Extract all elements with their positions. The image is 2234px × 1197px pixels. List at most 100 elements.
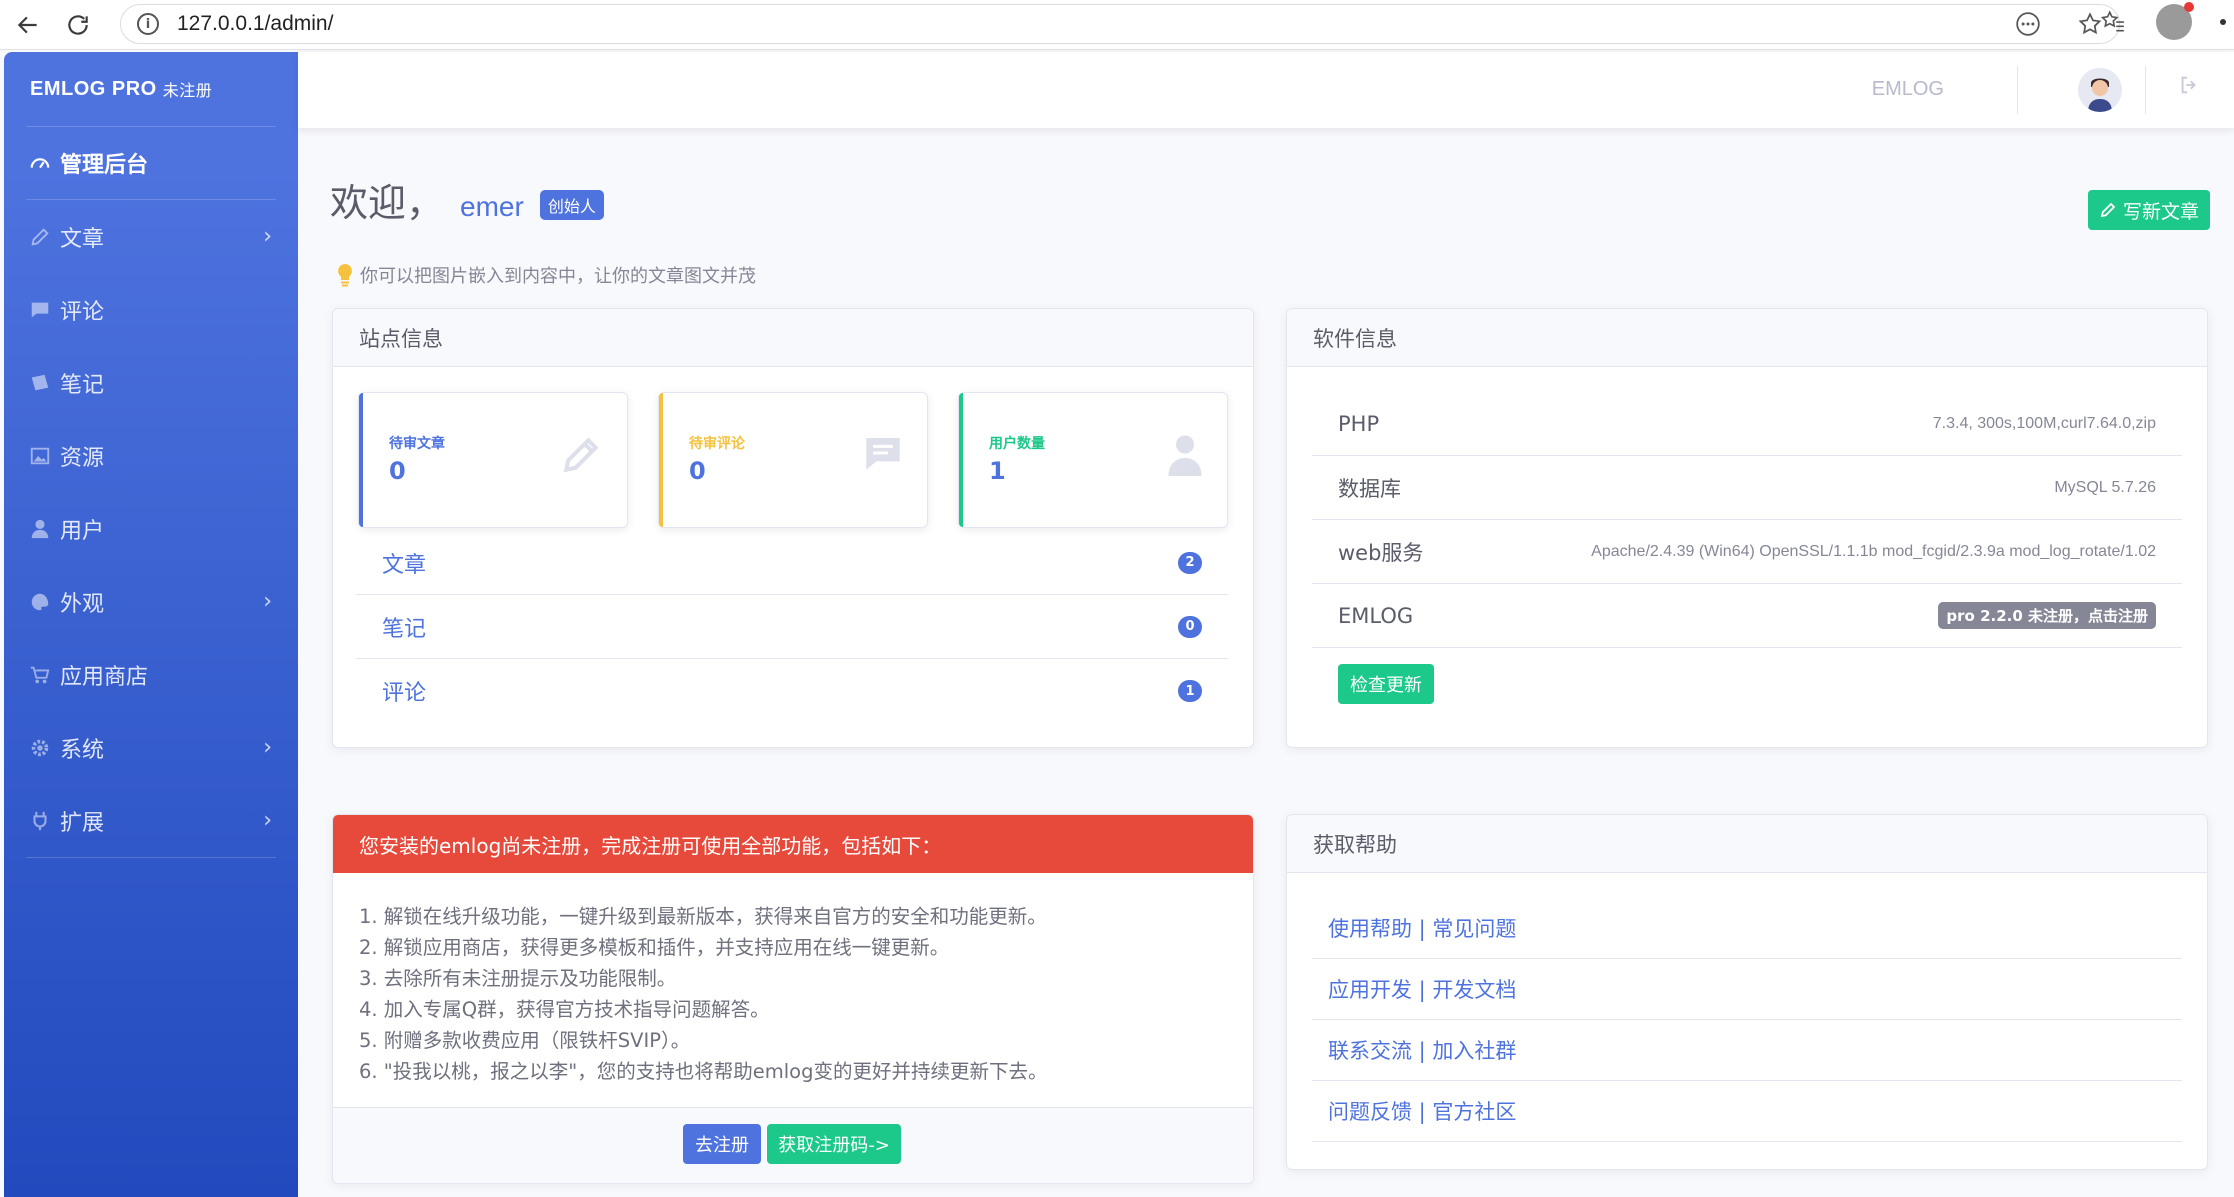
pencil-icon <box>559 433 603 488</box>
check-update-button[interactable]: 检查更新 <box>1338 664 1434 704</box>
info-key: 数据库 <box>1338 476 1401 501</box>
sidebar-item-dashboard[interactable]: 管理后台 <box>4 127 298 199</box>
content-count-list: 文章 2 笔记 0 评论 1 <box>356 531 1228 723</box>
image-icon <box>26 444 54 468</box>
role-badge: 创始人 <box>539 190 604 220</box>
stat-pending-articles[interactable]: 待审文章 0 <box>358 392 628 528</box>
stat-label: 待审评论 <box>689 436 745 452</box>
list-item: 4. 加入专属Q群，获得官方技术指导问题解答。 <box>359 998 770 1021</box>
sidebar-item-label: 笔记 <box>60 372 105 398</box>
emlog-link[interactable]: EMLOG <box>1872 78 1944 101</box>
sidebar-item-label: 系统 <box>60 737 105 763</box>
more-options-icon[interactable] <box>2013 9 2043 39</box>
sidebar-item-resources[interactable]: 资源 <box>4 419 298 492</box>
profile-avatar-icon[interactable] <box>2156 2 2194 40</box>
menu-dot-icon[interactable] <box>2220 19 2226 25</box>
brand-sub: 未注册 <box>162 83 213 100</box>
sidebar-item-extensions[interactable]: 扩展 › <box>4 784 298 857</box>
sidebar-item-system[interactable]: 系统 › <box>4 711 298 784</box>
cart-icon <box>26 663 54 687</box>
stat-user-count[interactable]: 用户数量 1 <box>958 392 1228 528</box>
count-label: 笔记 <box>382 616 427 642</box>
stat-value: 0 <box>689 457 706 485</box>
sidebar-item-app-store[interactable]: 应用商店 <box>4 638 298 711</box>
user-avatar[interactable] <box>2078 68 2122 112</box>
chevron-right-icon: › <box>263 735 272 760</box>
help-link-usage[interactable]: 使用帮助 | 常见问题 <box>1312 898 2182 959</box>
url-text: 127.0.0.1/admin/ <box>177 12 334 35</box>
sidebar-item-appearance[interactable]: 外观 › <box>4 565 298 638</box>
sidebar-item-label: 外观 <box>60 591 105 617</box>
stat-label: 用户数量 <box>989 436 1045 452</box>
address-bar[interactable]: i 127.0.0.1/admin/ <box>120 4 2120 44</box>
topbar: EMLOG <box>298 52 2234 128</box>
username-link[interactable]: emer <box>460 191 524 223</box>
list-item: 2. 解锁应用商店，获得更多模板和插件，并支持应用在线一键更新。 <box>359 936 950 959</box>
welcome-heading: 欢迎， emer 创始人 <box>330 172 604 227</box>
topbar-divider <box>2017 66 2018 114</box>
site-info-title: 站点信息 <box>333 309 1253 367</box>
sidebar: EMLOG PRO 未注册 管理后台 文章 › 评论 笔记 资源 用户 外观 ›… <box>4 52 298 1197</box>
comment-icon <box>26 298 54 322</box>
sidebar-item-label: 应用商店 <box>60 664 149 690</box>
info-value: 7.3.4, 300s,100M,curl7.64.0,zip <box>1932 414 2156 432</box>
favorites-icon[interactable] <box>2098 7 2128 37</box>
stat-value: 0 <box>389 457 406 485</box>
plug-icon <box>26 809 54 833</box>
sidebar-brand[interactable]: EMLOG PRO 未注册 <box>4 52 298 126</box>
count-badge: 2 <box>1178 551 1202 574</box>
info-key: EMLOG <box>1338 603 1414 628</box>
help-link-feedback[interactable]: 问题反馈 | 官方社区 <box>1312 1081 2182 1142</box>
sticky-note-icon <box>26 371 54 395</box>
sidebar-item-notes[interactable]: 笔记 <box>4 346 298 419</box>
pencil-icon <box>2100 202 2116 218</box>
software-info-title: 软件信息 <box>1287 309 2207 367</box>
sidebar-item-articles[interactable]: 文章 › <box>4 200 298 273</box>
info-value: MySQL 5.7.26 <box>2054 478 2156 496</box>
sidebar-item-comments[interactable]: 评论 <box>4 273 298 346</box>
info-key: PHP <box>1338 411 1380 436</box>
topbar-divider <box>2145 66 2146 114</box>
palette-icon <box>26 590 54 614</box>
list-item[interactable]: 评论 1 <box>356 659 1228 723</box>
info-icon[interactable]: i <box>137 13 159 35</box>
sidebar-item-users[interactable]: 用户 <box>4 492 298 565</box>
greeting-text: 欢迎， <box>330 181 445 225</box>
list-item[interactable]: 文章 2 <box>356 531 1228 595</box>
register-header: 您安装的emlog尚未注册，完成注册可使用全部功能，包括如下： <box>333 815 1253 873</box>
sidebar-item-label: 文章 <box>60 226 105 252</box>
sidebar-item-label: 资源 <box>60 445 105 471</box>
register-benefits-list: 1. 解锁在线升级功能，一键升级到最新版本，获得来自官方的安全和功能更新。 2.… <box>333 873 1253 1087</box>
help-link-community[interactable]: 联系交流 | 加入社群 <box>1312 1020 2182 1081</box>
tip-label: 你可以把图片嵌入到内容中，让你的文章图文并茂 <box>360 266 756 287</box>
register-card: 您安装的emlog尚未注册，完成注册可使用全部功能，包括如下： 1. 解锁在线升… <box>332 814 1254 1184</box>
sidebar-item-label: 用户 <box>60 518 105 544</box>
emlog-version-badge[interactable]: pro 2.2.0 未注册，点击注册 <box>1938 602 2156 629</box>
count-badge: 1 <box>1178 680 1202 702</box>
write-article-label: 写新文章 <box>2122 200 2199 223</box>
sidebar-item-label: 管理后台 <box>60 153 149 178</box>
stat-accent-bar <box>659 393 663 527</box>
back-arrow-icon[interactable] <box>6 3 50 47</box>
logout-icon[interactable] <box>2178 74 2200 102</box>
lightbulb-icon <box>338 264 352 287</box>
list-item: 5. 附赠多款收费应用（限铁杆SVIP）。 <box>359 1029 691 1052</box>
count-badge: 0 <box>1178 615 1202 638</box>
table-row: PHP 7.3.4, 300s,100M,curl7.64.0,zip <box>1312 392 2182 456</box>
reload-icon[interactable] <box>56 3 100 47</box>
list-item: 1. 解锁在线升级功能，一键升级到最新版本，获得来自官方的安全和功能更新。 <box>359 905 1047 928</box>
info-key: web服务 <box>1338 540 1424 565</box>
list-item: 6. "投我以桃，报之以李"，您的支持也将帮助emlog变的更好并持续更新下去。 <box>359 1060 1048 1083</box>
register-button[interactable]: 去注册 <box>683 1124 761 1164</box>
table-row: web服务 Apache/2.4.39 (Win64) OpenSSL/1.1.… <box>1312 520 2182 584</box>
table-row: EMLOG pro 2.2.0 未注册，点击注册 <box>1312 584 2182 648</box>
write-article-button[interactable]: 写新文章 <box>2088 190 2210 230</box>
count-label: 评论 <box>382 681 427 706</box>
count-label: 文章 <box>382 552 427 578</box>
comment-icon <box>863 433 903 484</box>
get-code-button[interactable]: 获取注册码-> <box>767 1124 901 1164</box>
list-item[interactable]: 笔记 0 <box>356 595 1228 659</box>
stat-pending-comments[interactable]: 待审评论 0 <box>658 392 928 528</box>
help-link-dev[interactable]: 应用开发 | 开发文档 <box>1312 959 2182 1020</box>
pencil-icon <box>26 225 54 249</box>
